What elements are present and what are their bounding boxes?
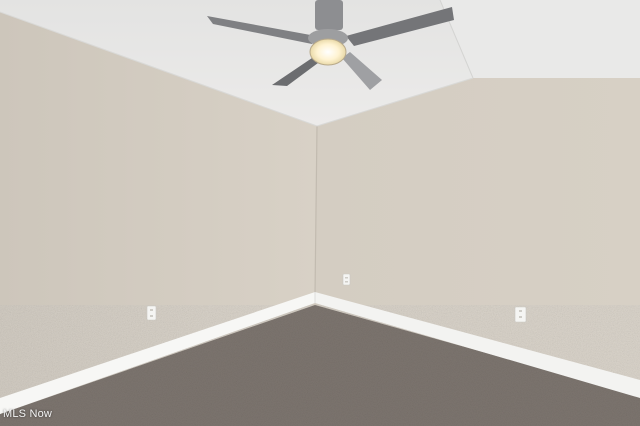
- fan-light: [309, 38, 347, 66]
- room-photo: MLS Now: [0, 0, 640, 426]
- wall-outlet: [146, 305, 157, 321]
- ceiling-slope-shadow: [440, 0, 640, 78]
- watermark-text: MLS Now: [3, 408, 53, 420]
- room-illustration: [0, 0, 640, 426]
- wall-outlet: [514, 306, 527, 323]
- wall-outlet: [342, 273, 351, 286]
